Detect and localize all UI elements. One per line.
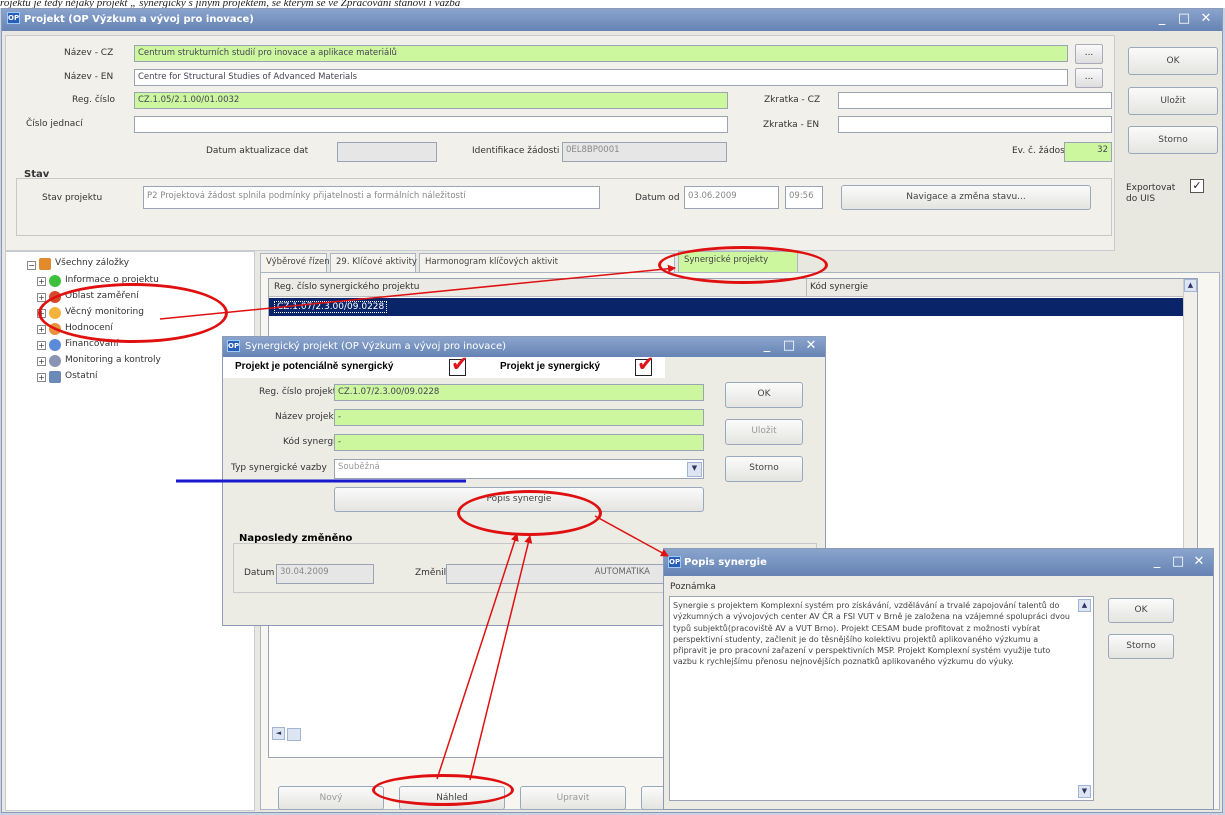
arrow-nahled-to-popis-2	[469, 535, 533, 781]
arrow-tree-to-tab	[159, 264, 676, 320]
arrow-popis-to-dialog	[594, 515, 669, 557]
arrow-nahled-to-popis	[436, 533, 519, 780]
annotation-arrows	[159, 264, 676, 781]
